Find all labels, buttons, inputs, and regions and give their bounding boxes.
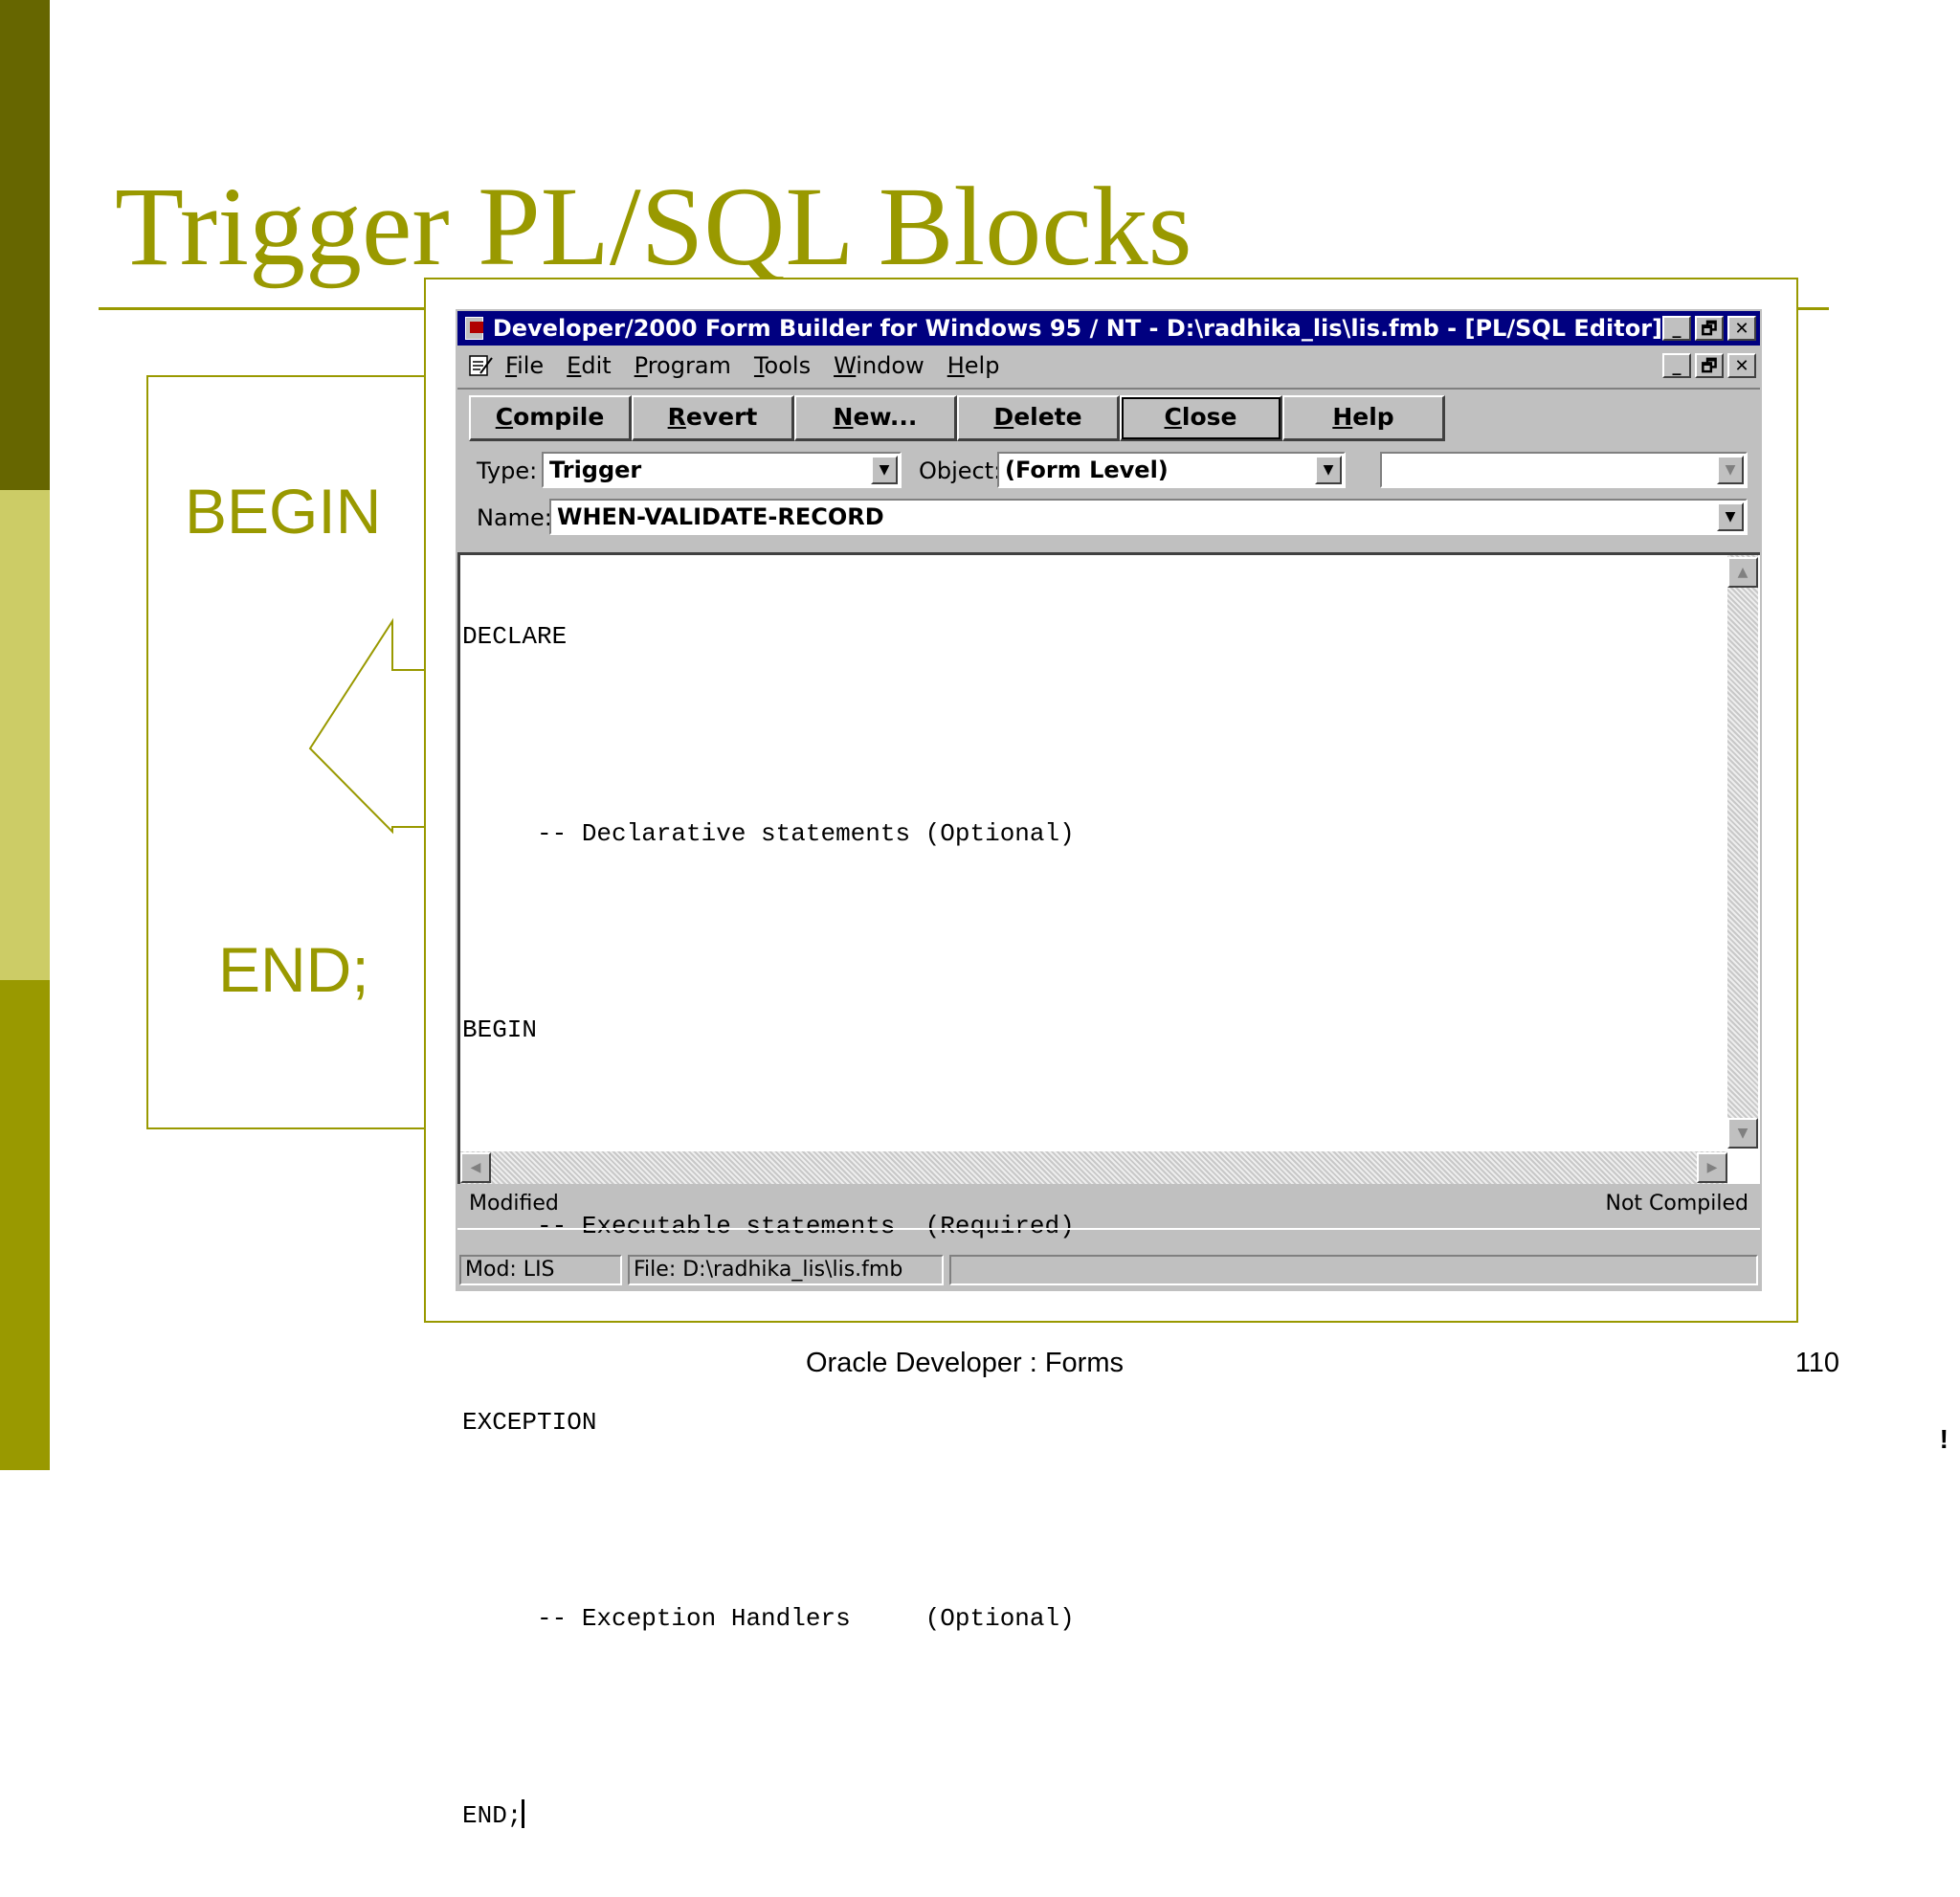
extra-panel — [949, 1255, 1758, 1285]
menu-help[interactable]: Help — [947, 352, 1000, 379]
doc-close-button[interactable]: ✕ — [1727, 353, 1756, 378]
code-line: -- Declarative statements (Optional) — [462, 818, 1075, 848]
scroll-right-icon[interactable]: ▶ — [1697, 1152, 1727, 1183]
object-value: (Form Level) — [1005, 457, 1169, 483]
new-button[interactable]: New... — [794, 395, 957, 441]
code-line: -- Exception Handlers (Optional) — [462, 1604, 1075, 1634]
vertical-scrollbar[interactable]: ▲ ▼ — [1727, 555, 1758, 1149]
menu-edit[interactable]: Edit — [567, 352, 611, 379]
type-dropdown-icon[interactable]: ▼ — [871, 456, 898, 484]
title-bar[interactable]: Developer/2000 Form Builder for Windows … — [457, 311, 1760, 346]
object-dropdown-icon[interactable]: ▼ — [1315, 456, 1342, 484]
code-line: DECLARE — [462, 622, 568, 652]
name-value: WHEN-VALIDATE-RECORD — [557, 503, 884, 530]
compile-status: Not Compiled — [1605, 1192, 1748, 1216]
revert-button[interactable]: Revert — [632, 395, 794, 441]
app-icon — [465, 317, 483, 340]
code-line: END; — [462, 1800, 523, 1830]
plsql-editor[interactable]: DECLARE -- Declarative statements (Optio… — [457, 552, 1760, 1830]
object-combo[interactable]: (Form Level) ▼ — [997, 452, 1346, 488]
type-value: Trigger — [549, 457, 642, 483]
button-row: Compile Revert New... Delete Close Help — [469, 395, 1445, 441]
text-caret — [522, 1798, 525, 1828]
name-combo[interactable]: WHEN-VALIDATE-RECORD ▼ — [549, 499, 1748, 535]
doc-restore-button[interactable]: 🗗 — [1695, 353, 1724, 378]
slide-bar-dark — [0, 0, 50, 490]
editor-doc-icon — [469, 355, 493, 376]
left-arrow-icon — [308, 617, 428, 835]
scroll-down-icon[interactable]: ▼ — [1727, 1118, 1758, 1149]
name-label: Name: — [477, 504, 552, 531]
slide-title: Trigger PL/SQL Blocks — [115, 164, 1192, 289]
horizontal-scrollbar[interactable]: ◀ ▶ — [460, 1151, 1727, 1184]
type-combo[interactable]: Trigger ▼ — [542, 452, 902, 488]
begin-label: BEGIN — [185, 476, 382, 547]
close-window-button[interactable]: ✕ — [1727, 316, 1756, 341]
code-line: BEGIN — [462, 1015, 538, 1044]
help-button[interactable]: Help — [1282, 395, 1445, 441]
corner-mark: ! — [1939, 1424, 1949, 1454]
object-label: Object: — [919, 458, 1002, 484]
object-item-dropdown-icon[interactable]: ▼ — [1717, 456, 1744, 484]
status-bar: Mod: LIS File: D:\radhika_lis\lis.fmb — [457, 1228, 1760, 1289]
menu-bar: File Edit Program Tools Window Help _ 🗗 … — [457, 347, 1760, 384]
type-label: Type: — [477, 458, 538, 484]
editor-status-row: Modified Not Compiled — [457, 1188, 1760, 1220]
name-dropdown-icon[interactable]: ▼ — [1717, 502, 1744, 531]
menu-tools[interactable]: Tools — [754, 352, 811, 379]
slide-bar-light — [0, 490, 50, 980]
modified-status: Modified — [469, 1192, 559, 1216]
menu-window[interactable]: Window — [834, 352, 924, 379]
file-panel: File: D:\radhika_lis\lis.fmb — [628, 1255, 944, 1285]
delete-button[interactable]: Delete — [957, 395, 1120, 441]
page-number: 110 — [1794, 1348, 1839, 1378]
compile-button[interactable]: Compile — [469, 395, 632, 441]
doc-minimize-button[interactable]: _ — [1662, 353, 1691, 378]
form-builder-window: Developer/2000 Form Builder for Windows … — [456, 309, 1762, 1830]
minimize-button[interactable]: _ — [1662, 316, 1691, 341]
code-line: EXCEPTION — [462, 1408, 597, 1438]
window-title: Developer/2000 Form Builder for Windows … — [492, 315, 1662, 342]
menu-program[interactable]: Program — [635, 352, 731, 379]
close-button[interactable]: Close — [1120, 395, 1282, 441]
code-area[interactable]: DECLARE -- Declarative statements (Optio… — [462, 555, 1726, 1829]
slide-bar-olive — [0, 980, 50, 1470]
scroll-up-icon[interactable]: ▲ — [1727, 557, 1758, 588]
slide-footer: Oracle Developer : Forms — [806, 1348, 1124, 1378]
restore-button[interactable]: 🗗 — [1695, 316, 1724, 341]
scroll-left-icon[interactable]: ◀ — [460, 1152, 491, 1183]
object-item-combo[interactable]: ▼ — [1380, 452, 1748, 488]
module-panel: Mod: LIS — [459, 1255, 622, 1285]
menu-file[interactable]: File — [505, 352, 544, 379]
end-label: END; — [218, 934, 369, 1005]
